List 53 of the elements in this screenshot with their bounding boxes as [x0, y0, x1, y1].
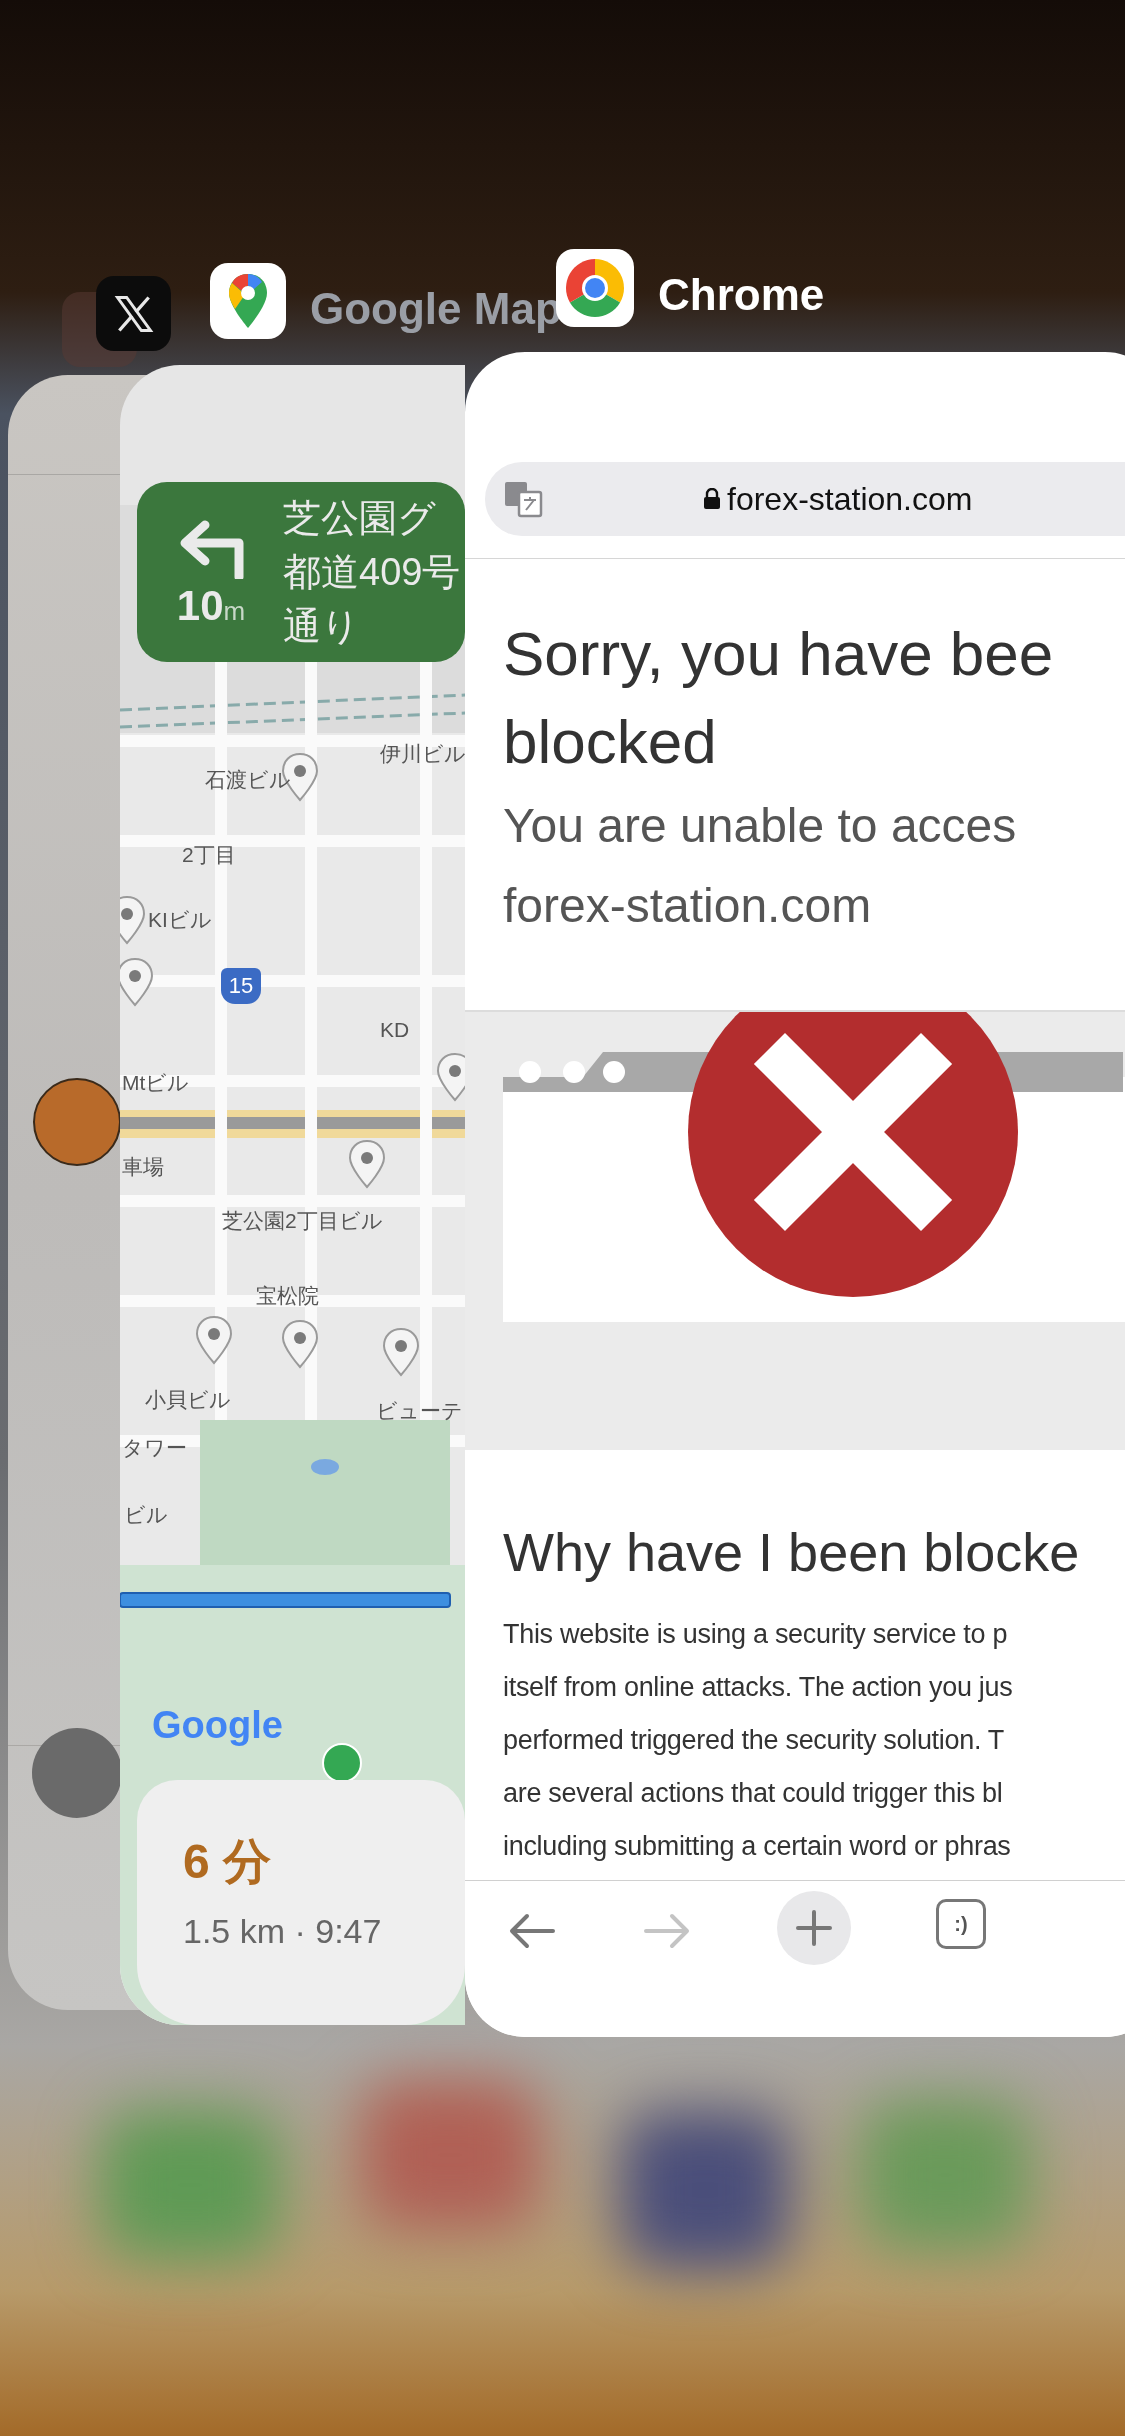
plus-icon [794, 1908, 834, 1948]
page-subtitle: forex-station.com [503, 878, 873, 934]
paragraph-line: This website is using a security service to p [503, 1618, 1009, 1651]
navigation-banner[interactable]: 10m 芝公園グ 都道409号 通り [137, 482, 465, 662]
map-label: KD [380, 1017, 410, 1043]
map-label: 芝公園2丁目ビル [222, 1208, 383, 1234]
street-name: 通り [283, 604, 361, 649]
page-subtitle: You are unable to acces [503, 798, 1018, 854]
trip-sheet[interactable]: 6 分 1.5 km · 9:47 [137, 1780, 465, 2025]
paragraph-line: are several actions that could trigger this bl [503, 1777, 1004, 1810]
trip-duration: 6 分 [183, 1834, 273, 1890]
route-badge: 15 [221, 968, 261, 1004]
url-text: forex-station.com [727, 480, 973, 519]
page-title: blocked [503, 706, 718, 778]
back-arrow-icon[interactable] [507, 1911, 557, 1951]
app-name: Chrome [658, 269, 825, 321]
lock-icon [703, 488, 721, 510]
map-pin-icon [435, 1052, 465, 1102]
map-pin-icon [120, 957, 155, 1007]
map-pin-icon [280, 1319, 320, 1369]
map-label: タワー [122, 1435, 187, 1461]
translate-icon [503, 480, 543, 518]
map-label: 小貝ビル [145, 1387, 231, 1413]
street-name: 芝公園グ [283, 496, 437, 541]
page-title: Sorry, you have bee [503, 618, 1054, 690]
distance: 10m [176, 585, 246, 627]
app-name: Google Map [310, 283, 562, 335]
paragraph-line: including submitting a certain word or phras [503, 1830, 1012, 1863]
map-pin-icon [381, 1327, 421, 1377]
paragraph-line: performed triggered the security solution. T [503, 1724, 1006, 1757]
tab-switcher-button[interactable]: :) [936, 1899, 986, 1949]
app-card[interactable] [465, 352, 1125, 2037]
map-label: ビル [124, 1502, 168, 1528]
address-bar[interactable]: forex-station.com [485, 462, 1125, 536]
map-pin-icon [347, 1139, 387, 1189]
map-label: 石渡ビル [205, 767, 291, 793]
map-label: 車場 [122, 1154, 164, 1180]
section-heading: Why have I been blocke [503, 1521, 1080, 1584]
app-card[interactable]: 伊川ビル 石渡ビル 2丁目 KIビル Mtビル KD 車場 芝公園2丁目ビル 宝松院 小貝ビル ビューテ タワー ビル 15 Google 10m 芝公園グ 都道409号 通り 6 分 1.5 km · 9:47 [120, 365, 465, 2025]
street-name: 都道409号 [283, 550, 461, 595]
x-app-icon[interactable] [96, 276, 171, 351]
pond [311, 1459, 339, 1475]
map-label: KIビル [148, 907, 212, 933]
maps-app-icon[interactable] [210, 263, 286, 339]
map-logo: Google [152, 1703, 283, 1748]
paragraph-line: itself from online attacks. The action you jus [503, 1671, 1013, 1704]
map-label: Mtビル [122, 1070, 190, 1096]
trip-details: 1.5 km · 9:47 [183, 1911, 383, 1952]
map-label: 伊川ビル [380, 741, 465, 767]
map-label: 宝松院 [256, 1283, 319, 1309]
map-label: ビューテ [376, 1398, 463, 1424]
map-pin-icon [194, 1315, 234, 1365]
map-label: 2丁目 [182, 842, 236, 868]
